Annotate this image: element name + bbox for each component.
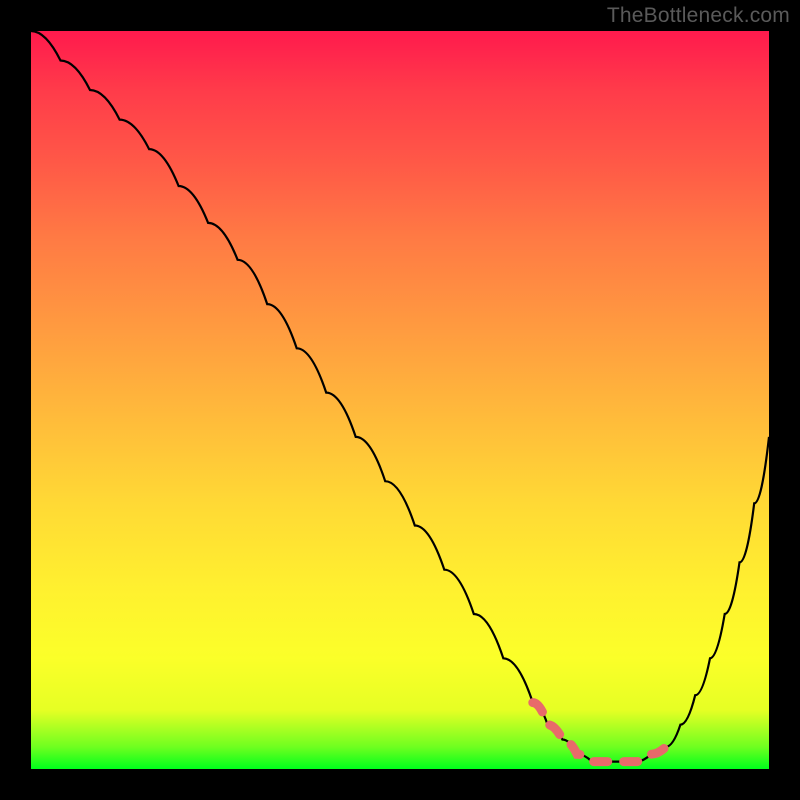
watermark-text: TheBottleneck.com bbox=[607, 4, 790, 28]
chart-svg bbox=[31, 31, 769, 769]
bottleneck-curve bbox=[31, 31, 769, 762]
plot-area bbox=[31, 31, 769, 769]
optimal-zone-highlight bbox=[533, 703, 666, 762]
chart-frame: TheBottleneck.com bbox=[0, 0, 800, 800]
